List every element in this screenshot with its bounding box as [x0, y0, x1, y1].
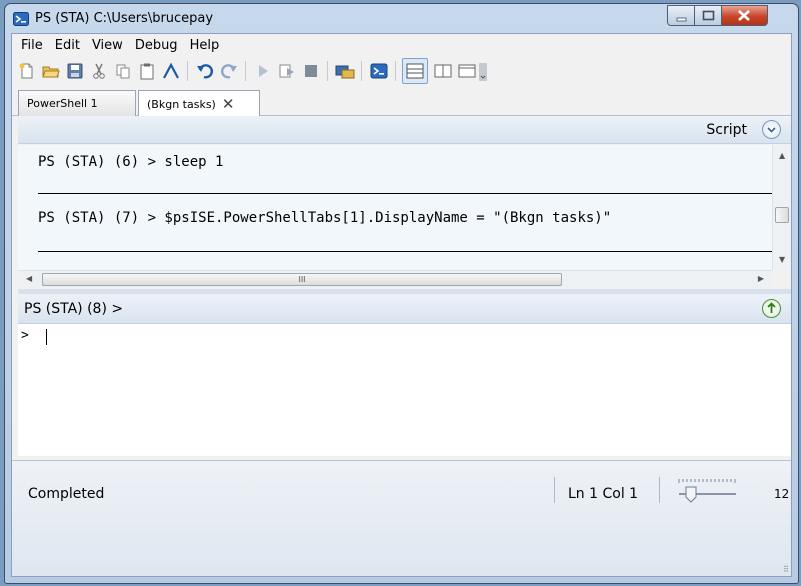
- script-toggle-label[interactable]: Script: [706, 122, 747, 138]
- ise-window: PS (STA) C:\Users\brucepay File Edit Vie…: [4, 3, 799, 584]
- maximize-button[interactable]: [694, 5, 722, 26]
- scroll-down-arrow-icon[interactable]: ▼: [779, 255, 785, 264]
- scroll-left-arrow-icon[interactable]: ◀: [26, 274, 32, 283]
- title-bar: PS (STA) C:\Users\brucepay: [5, 4, 798, 34]
- horizontal-scrollbar[interactable]: ◀ III ▶: [18, 270, 772, 288]
- stop-icon[interactable]: [300, 60, 322, 82]
- chevron-down-icon[interactable]: [762, 120, 781, 139]
- show-script-maximized-icon[interactable]: [456, 60, 478, 82]
- menu-file[interactable]: File: [15, 38, 49, 53]
- paste-icon[interactable]: [136, 60, 158, 82]
- tab-powershell-1[interactable]: PowerShell 1: [18, 90, 136, 116]
- status-separator: [554, 477, 555, 503]
- cut-icon[interactable]: [88, 60, 110, 82]
- text-caret: [46, 329, 47, 345]
- cursor-position: Ln 1 Col 1: [568, 486, 639, 502]
- resize-grip-icon[interactable]: ⠿: [783, 565, 789, 574]
- close-tab-icon[interactable]: ✕: [222, 95, 235, 113]
- tab-label: PowerShell 1: [27, 97, 98, 110]
- new-remote-tab-icon[interactable]: [334, 60, 356, 82]
- command-pane-header: PS (STA) (8) >: [18, 294, 791, 324]
- client-area: File Edit View Debug Help PowerShell 1 (…: [11, 33, 792, 577]
- run-selection-icon[interactable]: [276, 60, 298, 82]
- start-powershell-icon[interactable]: [368, 60, 390, 82]
- undo-icon[interactable]: [194, 60, 216, 82]
- toolbar-separator: [187, 61, 188, 81]
- tab-strip: PowerShell 1 (Bkgn tasks) ✕: [12, 86, 791, 117]
- arrow-up-icon[interactable]: [762, 299, 781, 318]
- toolbar-separator: [327, 61, 328, 81]
- show-script-right-icon[interactable]: [432, 60, 454, 82]
- tab-bkgn-tasks[interactable]: (Bkgn tasks) ✕: [138, 90, 260, 117]
- vertical-scrollbar[interactable]: ▲ ▼: [772, 145, 791, 270]
- horizontal-scroll-thumb[interactable]: III: [42, 273, 562, 286]
- status-bar: Completed Ln 1 Col 1 12 ⠿: [12, 460, 791, 576]
- output-line: PS (STA) (6) > sleep 1: [38, 154, 224, 170]
- window-title: PS (STA) C:\Users\brucepay: [35, 11, 214, 26]
- run-script-icon[interactable]: [252, 60, 274, 82]
- menu-debug[interactable]: Debug: [129, 38, 184, 53]
- show-script-top-icon[interactable]: [402, 58, 428, 84]
- status-separator: [659, 477, 660, 503]
- menu-help[interactable]: Help: [184, 38, 226, 53]
- toolbar: [12, 56, 791, 86]
- copy-icon[interactable]: [112, 60, 134, 82]
- script-pane-header: Script: [18, 116, 791, 144]
- output-pane[interactable]: PS (STA) (6) > sleep 1 PS (STA) (7) > $p…: [18, 145, 772, 270]
- menu-view[interactable]: View: [86, 38, 129, 53]
- clear-icon[interactable]: [160, 60, 182, 82]
- open-folder-icon[interactable]: [40, 60, 62, 82]
- menu-bar: File Edit View Debug Help: [12, 34, 791, 56]
- powershell-app-icon: [13, 11, 29, 27]
- toolbar-overflow-icon[interactable]: [478, 60, 488, 82]
- command-input[interactable]: >: [18, 324, 791, 456]
- redo-icon[interactable]: [218, 60, 240, 82]
- output-divider: [38, 251, 772, 252]
- toolbar-separator: [245, 61, 246, 81]
- vertical-scroll-thumb[interactable]: [775, 207, 789, 223]
- zoom-slider[interactable]: [670, 475, 740, 507]
- minimize-button[interactable]: [667, 5, 695, 26]
- output-divider: [38, 193, 772, 194]
- zoom-value: 12: [774, 487, 790, 501]
- toolbar-separator: [395, 61, 396, 81]
- save-icon[interactable]: [64, 60, 86, 82]
- input-prompt: >: [21, 328, 29, 343]
- prompt-label: PS (STA) (8) >: [24, 301, 124, 317]
- scroll-up-arrow-icon[interactable]: ▲: [779, 151, 785, 160]
- status-text: Completed: [28, 486, 105, 502]
- scroll-right-arrow-icon[interactable]: ▶: [758, 274, 764, 283]
- new-file-icon[interactable]: [16, 60, 38, 82]
- toolbar-separator: [361, 61, 362, 81]
- tab-label: (Bkgn tasks): [147, 97, 216, 111]
- close-window-button[interactable]: [721, 5, 768, 26]
- menu-edit[interactable]: Edit: [49, 38, 86, 53]
- output-line: PS (STA) (7) > $psISE.PowerShellTabs[1].…: [38, 210, 612, 226]
